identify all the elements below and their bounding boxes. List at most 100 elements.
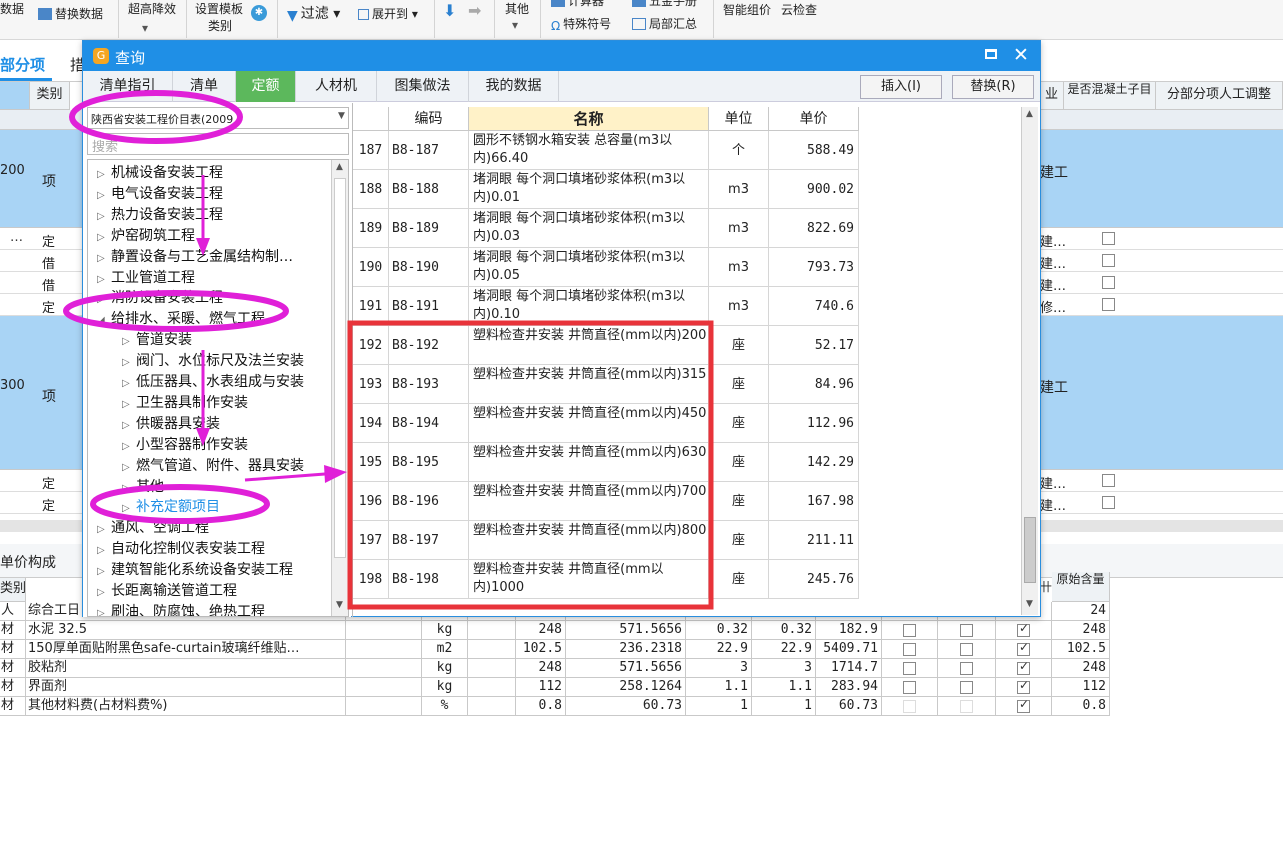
lower-checkbox[interactable] [1017, 697, 1030, 713]
tab-bill[interactable]: 清单 [173, 71, 236, 102]
template-badge-icon[interactable]: ✱ [251, 5, 267, 21]
expand-to-button[interactable]: 展开到 ▾ [358, 7, 418, 21]
collapsed-arrow-icon[interactable]: ▷ [122, 336, 136, 347]
special-symbol-button[interactable]: Ω 特殊符号 [551, 17, 611, 33]
tree-item[interactable]: ◢ 给排水、采暖、燃气工程 [97, 308, 265, 328]
move-down-icon[interactable]: ⬇ [443, 3, 456, 19]
collapsed-arrow-icon[interactable]: ▷ [122, 462, 136, 473]
lower-checkbox[interactable] [903, 662, 916, 675]
other-dropdown-icon[interactable]: ▾ [512, 18, 518, 32]
table-row[interactable]: 195 B8-195 塑料检查井安装 井筒直径(mm以内)630 座 142.29 [353, 443, 859, 482]
grid-scroll-thumb[interactable] [1024, 517, 1036, 583]
tree-item-selected[interactable]: ▷ 补充定额项目 [122, 496, 220, 516]
scroll-up-icon[interactable]: ▲ [336, 162, 343, 172]
lower-checkbox[interactable] [903, 700, 916, 713]
concrete-checkbox[interactable] [1102, 232, 1115, 245]
maximize-icon[interactable] [985, 49, 997, 59]
tree-item[interactable]: ▷ 长距离输送管道工程 [97, 580, 237, 600]
concrete-checkbox[interactable] [1102, 254, 1115, 267]
tree-item[interactable]: ▷ 卫生器具制作安装 [122, 392, 248, 412]
collapsed-arrow-icon[interactable]: ▷ [122, 441, 136, 452]
lower-checkbox[interactable] [903, 624, 916, 637]
collapsed-arrow-icon[interactable]: ▷ [122, 483, 136, 494]
super-high-button[interactable]: 超高降效 [128, 2, 176, 16]
tree-scroll-thumb[interactable] [334, 178, 346, 558]
search-input[interactable]: 搜索 [87, 133, 349, 155]
table-row[interactable]: 198 B8-198 塑料检查井安装 井筒直径(mm以内)1000 座 245.76 [353, 560, 859, 599]
collapsed-arrow-icon[interactable]: ▷ [97, 232, 111, 243]
collapsed-arrow-icon[interactable]: ▷ [122, 399, 136, 410]
insert-button[interactable]: 插入(I) [860, 75, 942, 99]
tree-item[interactable]: ▷ 其他 [122, 476, 164, 496]
collapsed-arrow-icon[interactable]: ▷ [97, 294, 111, 305]
scroll-up-icon[interactable]: ▲ [1026, 109, 1033, 119]
tree-item[interactable]: ▷ 通风、空调工程 [97, 517, 209, 537]
expanded-arrow-icon[interactable]: ◢ [97, 315, 111, 326]
table-row[interactable]: 187 B8-187 圆形不锈钢水箱安装 总容量(m3以内)66.40 个 588.49 [353, 131, 859, 170]
tree-item[interactable]: ▷ 管道安装 [122, 329, 192, 349]
move-right-icon[interactable]: ➡ [468, 3, 481, 19]
set-template-button[interactable]: 设置模板 [195, 2, 243, 16]
tree-scrollbar[interactable]: ▲ ▼ [331, 160, 348, 616]
scroll-down-icon[interactable]: ▼ [1026, 599, 1033, 609]
table-row[interactable]: 191 B8-191 堵洞眼 每个洞口填堵砂浆体积(m3以内)0.10 m3 740.6 [353, 287, 859, 326]
lower-checkbox[interactable] [960, 700, 973, 713]
collapsed-arrow-icon[interactable]: ▷ [97, 169, 111, 180]
collapsed-arrow-icon[interactable]: ▷ [97, 211, 111, 222]
lower-checkbox[interactable] [1017, 659, 1030, 675]
collapsed-arrow-icon[interactable]: ▷ [97, 566, 111, 577]
collapsed-arrow-icon[interactable]: ▷ [97, 274, 111, 285]
table-row[interactable]: 193 B8-193 塑料检查井安装 井筒直径(mm以内)315 座 84.96 [353, 365, 859, 404]
filter-button[interactable]: ▼ 过滤 ▾ [287, 7, 340, 23]
smart-pricing-button[interactable]: 智能组价 [723, 3, 771, 17]
tab-sub-items[interactable]: 部分项 [0, 54, 45, 75]
tree-item[interactable]: ▷ 热力设备安装工程 [97, 204, 223, 224]
collapsed-arrow-icon[interactable]: ▷ [97, 524, 111, 535]
lower-checkbox[interactable] [903, 643, 916, 656]
close-icon[interactable]: ✕ [1013, 44, 1029, 66]
collapsed-arrow-icon[interactable]: ▷ [97, 190, 111, 201]
table-row[interactable]: 188 B8-188 堵洞眼 每个洞口填堵砂浆体积(m3以内)0.01 m3 900.0… [353, 170, 859, 209]
lower-checkbox[interactable] [960, 681, 973, 694]
concrete-checkbox[interactable] [1102, 298, 1115, 311]
collapsed-arrow-icon[interactable]: ▷ [97, 253, 111, 264]
tree-item[interactable]: ▷ 燃气管道、附件、器具安装 [122, 455, 304, 475]
table-row[interactable]: 196 B8-196 塑料检查井安装 井筒直径(mm以内)700 座 167.98 [353, 482, 859, 521]
replace-data-button[interactable]: 替换数据 [38, 7, 103, 21]
hardware-manual-button[interactable]: 五金手册 [632, 0, 697, 8]
tree-item[interactable]: ▷ 低压器具、水表组成与安装 [122, 371, 304, 391]
tree-item[interactable]: ▷ 阀门、水位标尺及法兰安装 [122, 350, 304, 370]
tab-atlas-practice[interactable]: 图集做法 [377, 71, 469, 102]
lower-checkbox[interactable] [960, 643, 973, 656]
tree-item[interactable]: ▷ 供暖器具安装 [122, 413, 220, 433]
lower-checkbox[interactable] [903, 681, 916, 694]
collapsed-arrow-icon[interactable]: ▷ [97, 608, 111, 616]
collapsed-arrow-icon[interactable]: ▷ [97, 587, 111, 598]
other-button[interactable]: 其他 [505, 2, 529, 16]
lower-checkbox[interactable] [960, 662, 973, 675]
collapsed-arrow-icon[interactable]: ▷ [122, 378, 136, 389]
cloud-check-button[interactable]: 云检查 [781, 3, 817, 17]
scroll-down-icon[interactable]: ▼ [336, 600, 343, 610]
lower-checkbox[interactable] [1017, 621, 1030, 637]
collapsed-arrow-icon[interactable]: ▷ [122, 420, 136, 431]
collapsed-arrow-icon[interactable]: ▷ [122, 357, 136, 368]
concrete-checkbox[interactable] [1102, 276, 1115, 289]
super-high-dropdown-icon[interactable]: ▾ [142, 21, 148, 35]
tab-labor-material-machine[interactable]: 人材机 [296, 71, 377, 102]
collapsed-arrow-icon[interactable]: ▷ [122, 503, 136, 514]
tree-item[interactable]: ▷ 消防设备安装工程 [97, 287, 223, 307]
table-row[interactable]: 192 B8-192 塑料检查井安装 井筒直径(mm以内)200 座 52.17 [353, 326, 859, 365]
tree-item[interactable]: ▷ 机械设备安装工程 [97, 162, 223, 182]
partial-summary-button[interactable]: 局部汇总 [632, 17, 697, 31]
collapsed-arrow-icon[interactable]: ▷ [97, 545, 111, 556]
tree-item[interactable]: ▷ 建筑智能化系统设备安装工程 [97, 559, 293, 579]
concrete-checkbox[interactable] [1102, 496, 1115, 509]
tree-item[interactable]: ▷ 小型容器制作安装 [122, 434, 248, 454]
table-row[interactable]: 190 B8-190 堵洞眼 每个洞口填堵砂浆体积(m3以内)0.05 m3 793.7… [353, 248, 859, 287]
table-row[interactable]: 194 B8-194 塑料检查井安装 井筒直径(mm以内)450 座 112.96 [353, 404, 859, 443]
tab-quota[interactable]: 定额 [236, 71, 296, 102]
table-row[interactable]: 197 B8-197 塑料检查井安装 井筒直径(mm以内)800 座 211.11 [353, 521, 859, 560]
grid-scrollbar[interactable]: ▲ ▼ [1021, 107, 1038, 615]
calculator-button[interactable]: 计算器 [551, 0, 604, 8]
